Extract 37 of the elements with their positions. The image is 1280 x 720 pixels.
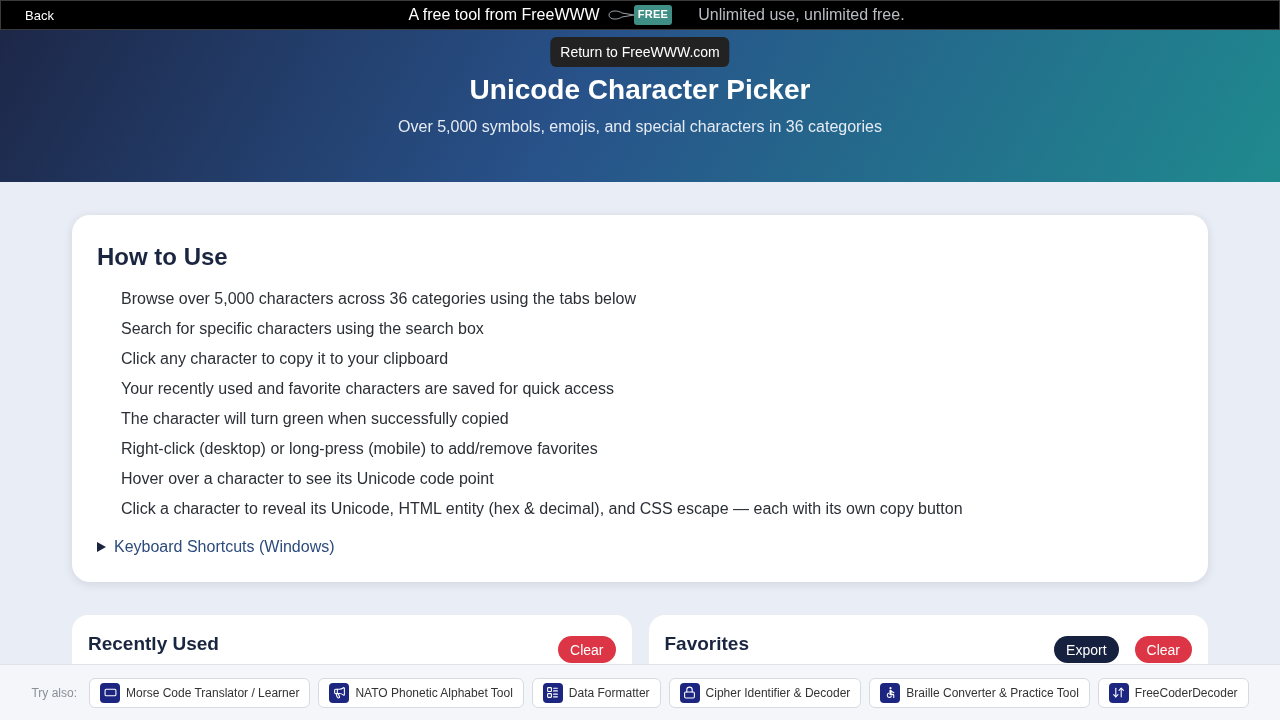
instruction-item: Click a character to reveal its Unicode, HTML entity (hex & decimal), and CSS escape — each with its own copy button: [121, 499, 964, 519]
tool-link[interactable]: Cipher Identifier & Decoder: [668, 677, 862, 708]
list-icon: [542, 682, 563, 703]
export-button[interactable]: Export: [1054, 636, 1119, 663]
page-subtitle: Over 5,000 symbols, emojis, and special characters in 36 categories: [398, 117, 882, 137]
rounded-rectangle-icon: [100, 682, 120, 703]
tool-link[interactable]: Data Formatter: [531, 677, 661, 708]
slogan-text: Unlimited use, unlimited free.: [697, 6, 906, 24]
instruction-item: The character will turn green when successfully copied: [121, 409, 510, 429]
try-also-label: Try also:: [31, 685, 77, 700]
tool-link[interactable]: NATO Phonetic Alphabet Tool: [318, 677, 524, 708]
shortcuts-toggle[interactable]: Keyboard Shortcuts (Windows): [114, 535, 335, 559]
section-heading: How to Use: [97, 242, 229, 272]
instruction-item: Click any character to copy it to your clipboard: [121, 349, 450, 369]
instruction-item: Your recently used and favorite characters are saved for quick access: [121, 379, 615, 399]
panel-title: Recently Used: [88, 632, 219, 656]
clear-button[interactable]: Clear: [1134, 636, 1192, 663]
tool-link[interactable]: Braille Converter & Practice Tool: [869, 677, 1090, 708]
lock-icon: [679, 682, 700, 703]
wheelchair-icon: [880, 682, 901, 703]
back-link[interactable]: Back: [25, 7, 54, 23]
instruction-item: Browse over 5,000 characters across 36 categories using the tabs below: [121, 289, 637, 309]
tagline-text: A free tool from FreeWWW: [408, 6, 600, 24]
disclosure-triangle-icon[interactable]: [97, 542, 106, 552]
tool-link[interactable]: Morse Code Translator / Learner: [89, 677, 311, 708]
free-tag-link[interactable]: FREE: [633, 5, 673, 25]
tool-link[interactable]: FreeCoderDecoder: [1097, 677, 1249, 708]
up-down-arrows-icon: [1108, 682, 1129, 703]
megaphone-icon: [329, 682, 350, 703]
page-title: Unicode Character Picker: [469, 73, 811, 107]
clear-button[interactable]: Clear: [558, 636, 616, 663]
string-loop-icon: [607, 9, 634, 21]
panel-title: Favorites: [664, 632, 749, 656]
tooltip: Return to FreeWWW.com: [550, 37, 730, 67]
instruction-item: Search for specific characters using the search box: [121, 319, 485, 339]
instruction-item: Right-click (desktop) or long-press (mobile) to add/remove favorites: [121, 439, 599, 459]
instruction-item: Hover over a character to see its Unicode code point: [121, 469, 495, 489]
